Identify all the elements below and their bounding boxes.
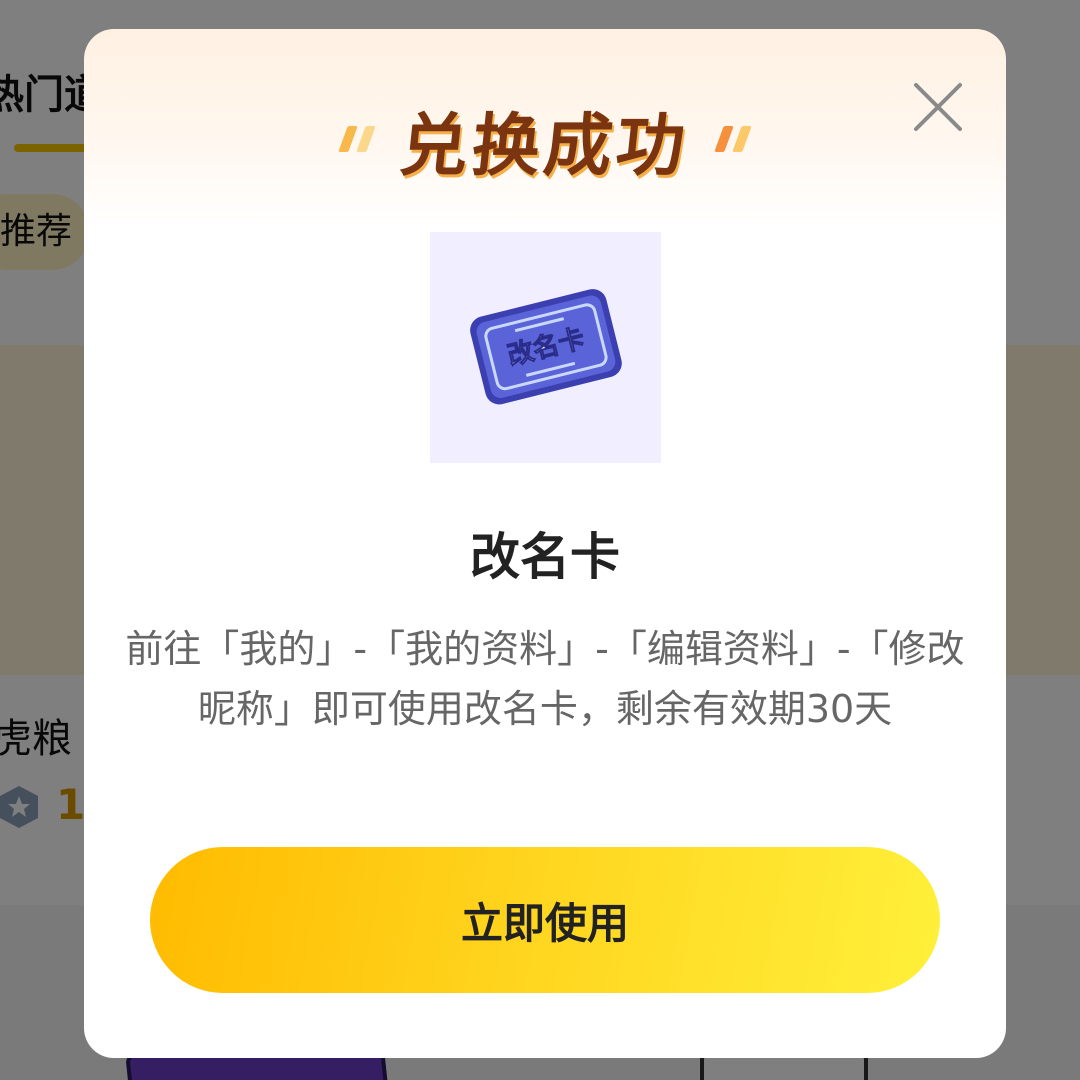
app-screen: 热门道 推荐 虎粮 1 兑换成功: [0, 0, 1080, 1080]
item-name: 改名卡: [470, 528, 620, 586]
rename-card-icon: 改名卡: [470, 289, 622, 405]
title-decoration-right: [714, 119, 752, 159]
redeem-success-dialog: 兑换成功 改名卡 改名卡 前往「我的」-「我的资料」-「编辑资料」-「修改昵称」…: [84, 29, 1006, 1058]
item-description: 前往「我的」-「我的资料」-「编辑资料」-「修改昵称」即可使用改名卡，剩余有效期…: [125, 627, 965, 731]
close-button[interactable]: [910, 79, 966, 135]
title-decoration-left: [338, 119, 376, 159]
item-image: 改名卡: [430, 232, 661, 463]
dialog-header: 兑换成功: [84, 89, 1006, 189]
close-icon: [914, 83, 962, 131]
use-now-button[interactable]: 立即使用: [150, 847, 940, 993]
dialog-title: 兑换成功: [396, 106, 693, 186]
